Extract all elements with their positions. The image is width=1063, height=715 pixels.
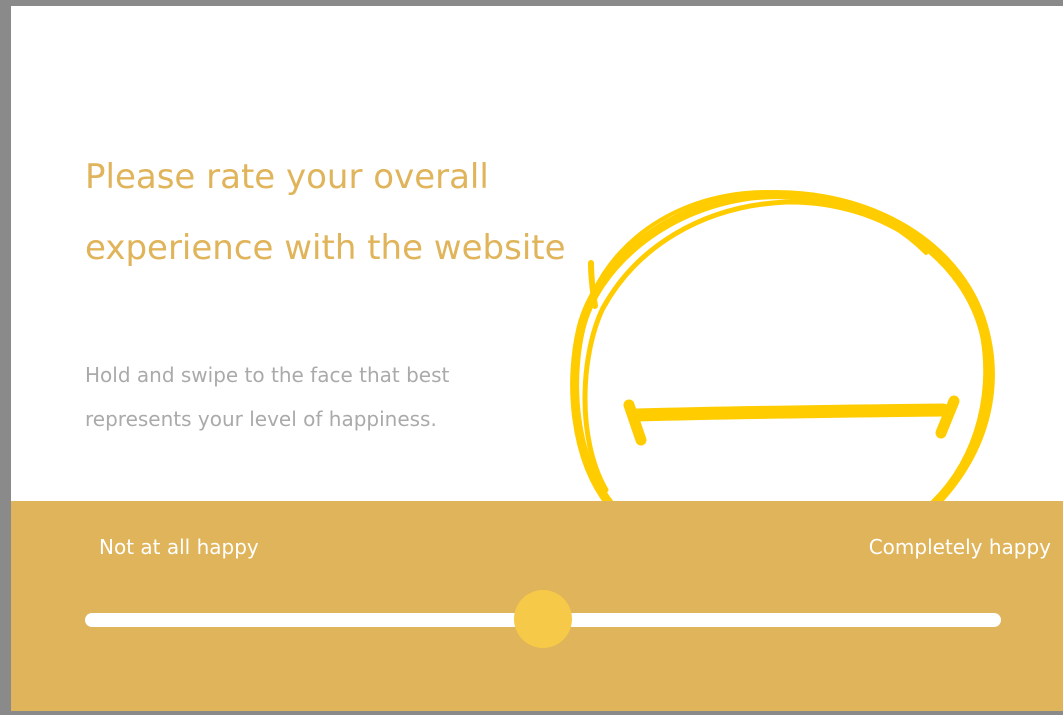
face-outline-sketch bbox=[582, 199, 989, 516]
happiness-slider-thumb[interactable] bbox=[514, 590, 572, 648]
question-instruction: Hold and swipe to the face that best rep… bbox=[85, 363, 450, 431]
neutral-face-icon bbox=[570, 190, 995, 516]
face-outline-tail bbox=[588, 260, 598, 309]
survey-card: Please rate your overall experience with… bbox=[11, 6, 1063, 711]
survey-window: Please rate your overall experience with… bbox=[0, 0, 1063, 715]
face-mouth bbox=[630, 403, 950, 422]
happiness-slider-track[interactable] bbox=[85, 590, 1001, 648]
question-title: Please rate your overall experience with… bbox=[85, 157, 566, 268]
face-outline bbox=[570, 190, 995, 513]
rating-slider-panel: Not at all happy Completely happy bbox=[11, 501, 1063, 711]
slider-max-label: Completely happy bbox=[868, 535, 1051, 559]
slider-min-label: Not at all happy bbox=[99, 535, 259, 559]
